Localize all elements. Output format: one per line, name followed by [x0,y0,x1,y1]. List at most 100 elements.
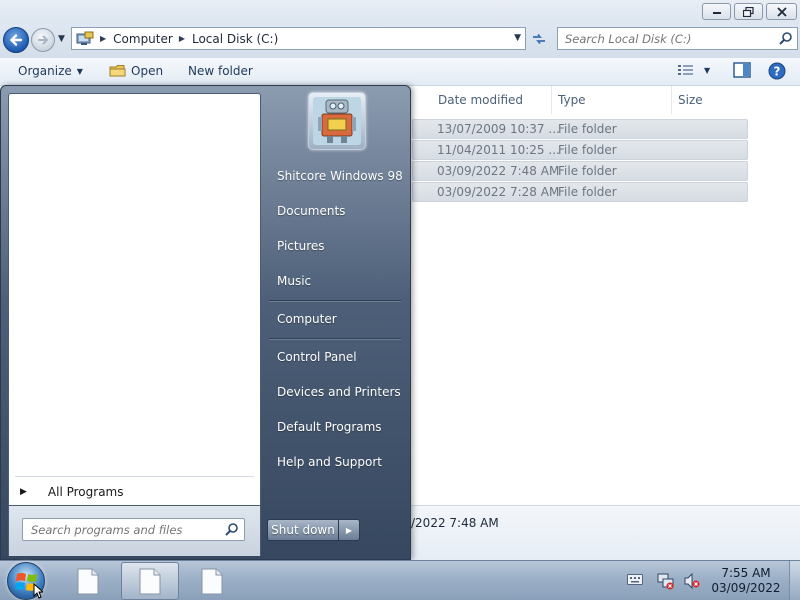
new-folder-button[interactable]: New folder [188,64,253,78]
recent-pages-dropdown[interactable]: ▼ [58,34,65,44]
computer-link[interactable]: Computer [277,312,337,326]
document-icon [139,568,161,594]
system-clock[interactable]: 7:55 AM 03/09/2022 [708,566,784,596]
restore-icon [743,6,754,17]
document-icon [77,568,99,594]
volume-muted-icon[interactable] [683,572,701,590]
address-bar[interactable]: ▶ Computer ▶ Local Disk (C:) ▼ [71,27,526,50]
all-programs-label: All Programs [47,485,124,499]
breadcrumb-separator: ▶ [100,34,107,43]
breadcrumb-local-disk[interactable]: Local Disk (C:) [192,32,278,46]
file-date: 03/09/2022 7:48 AM [437,164,560,178]
organize-button[interactable]: Organize ▼ [18,64,83,78]
documents-link[interactable]: Documents [277,204,345,218]
divider [15,476,254,477]
back-button[interactable] [3,27,29,53]
start-search-area [8,506,261,556]
computer-location-icon [76,31,94,45]
breadcrumb-computer[interactable]: Computer [113,32,173,46]
forward-button[interactable] [31,28,55,52]
pictures-link[interactable]: Pictures [277,239,325,253]
column-type[interactable]: Type [552,86,672,114]
start-menu: ▶ All Programs Shitcore Windows 98 Doc [0,85,411,560]
network-icon[interactable] [657,572,675,590]
file-row[interactable]: 03/09/2022 7:48 AM File folder [412,161,748,181]
details-date-modified: /2022 7:48 AM [411,516,499,530]
help-button[interactable]: ? [768,62,786,80]
file-date: 03/09/2022 7:28 AM [437,185,560,199]
music-link[interactable]: Music [277,274,311,288]
user-picture[interactable] [308,92,366,150]
file-row[interactable]: 03/09/2022 7:28 AM File folder [412,182,748,202]
divider [269,338,401,340]
file-row[interactable]: 11/04/2011 10:25 ... File folder [412,140,748,160]
close-icon [776,6,787,17]
search-field[interactable] [557,27,798,50]
back-arrow-icon [9,34,23,46]
forward-arrow-icon [38,35,49,45]
restore-button[interactable] [734,3,763,20]
document-icon [201,568,223,594]
file-list: 13/07/2009 10:37 ... File folder 11/04/2… [412,119,748,203]
address-dropdown[interactable]: ▼ [514,33,521,43]
preview-pane-icon [733,62,751,78]
file-type: File folder [558,164,617,178]
start-search-input[interactable] [23,519,218,540]
breadcrumb-separator: ▶ [178,34,185,43]
search-icon[interactable] [224,522,239,537]
title-bar [0,0,800,24]
user-folder-link[interactable]: Shitcore Windows 98 [277,169,403,183]
file-row[interactable]: 13/07/2009 10:37 ... File folder [412,119,748,139]
minimize-button[interactable] [702,3,731,20]
search-icon[interactable] [778,31,793,46]
all-programs-button[interactable]: ▶ All Programs [20,485,124,499]
devices-and-printers-link[interactable]: Devices and Printers [277,385,401,399]
clock-time: 7:55 AM [721,566,771,580]
column-size[interactable]: Size [672,86,752,114]
control-panel-link[interactable]: Control Panel [277,350,357,364]
shutdown-button[interactable]: Shut down [267,519,339,541]
navigation-bar: ▼ ▶ Computer ▶ Local Disk (C:) ▼ [0,24,800,58]
views-icon [678,65,693,75]
organize-label: Organize [18,64,72,78]
programs-pane: ▶ All Programs [8,93,261,506]
change-view-button[interactable]: ▼ [678,64,710,76]
chevron-down-icon: ▼ [76,66,83,76]
clock-date: 03/09/2022 [711,581,781,595]
help-and-support-link[interactable]: Help and Support [277,455,382,469]
preview-pane-button[interactable] [733,62,751,78]
expand-arrow-icon: ▶ [20,487,27,497]
mouse-cursor-icon [33,583,43,599]
column-date-modified[interactable]: Date modified [432,86,552,114]
file-type: File folder [558,122,617,136]
taskbar-item[interactable] [183,562,241,600]
refresh-button[interactable] [529,29,549,49]
svg-text:?: ? [774,65,781,79]
shutdown-group: Shut down ▶ [267,519,360,541]
search-input[interactable] [558,28,768,49]
chevron-down-icon: ▼ [704,65,711,75]
file-type: File folder [558,185,617,199]
shutdown-options-button[interactable]: ▶ [339,519,360,541]
start-search-field[interactable] [22,518,245,541]
chevron-right-icon: ▶ [345,525,353,535]
file-type: File folder [558,143,617,157]
file-date: 13/07/2009 10:37 ... [437,122,560,136]
divider [269,300,401,302]
close-button[interactable] [766,3,797,20]
new-folder-label: New folder [188,64,253,78]
taskbar-item[interactable] [59,562,117,600]
robot-avatar-icon [313,97,361,145]
help-icon: ? [768,62,786,80]
open-label: Open [131,64,164,78]
keyboard-icon[interactable] [627,574,643,585]
show-desktop-button[interactable] [789,561,800,600]
minimize-icon [712,11,721,14]
default-programs-link[interactable]: Default Programs [277,420,382,434]
column-headers: Date modified Type Size [410,86,752,114]
taskbar-item-active[interactable] [121,562,179,600]
folder-icon [109,65,126,77]
open-button[interactable]: Open [109,64,163,78]
file-date: 11/04/2011 10:25 ... [437,143,560,157]
command-bar: Organize ▼ Open New folder ▼ ? [0,58,800,86]
